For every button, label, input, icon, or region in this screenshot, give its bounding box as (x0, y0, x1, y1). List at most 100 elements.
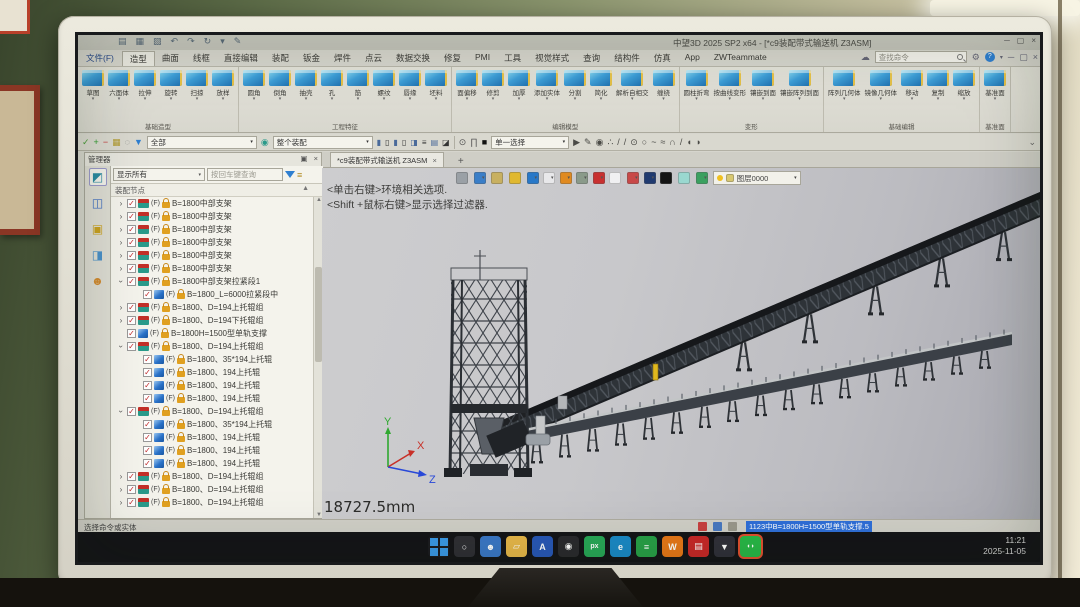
ribbon-button[interactable]: 分割▾ (562, 69, 588, 120)
display-filter-combo[interactable]: 全部▾ (147, 136, 257, 149)
chevron-expanded-icon[interactable]: › (117, 343, 126, 351)
visibility-checkbox[interactable]: ✓ (127, 212, 136, 221)
tree-row-14[interactable]: ✓(F)B=1800、194上托辊 (111, 366, 313, 379)
tree-row-16[interactable]: ✓(F)B=1800、194上托辊 (111, 392, 313, 405)
constraint-icon-1[interactable]: ▮ (377, 136, 381, 149)
color-swatch-icon[interactable]: ■ (482, 136, 487, 149)
layer-combo[interactable]: 图层0000▾ (713, 171, 801, 185)
filter-menu-icon[interactable]: ≡ (297, 170, 302, 180)
constraint-icon-3[interactable]: ▮ (394, 136, 398, 149)
view-manager-icon[interactable]: ▣ (89, 220, 107, 238)
toolbar-overflow-icon[interactable]: ⌄ (1028, 136, 1036, 149)
visibility-checkbox[interactable]: ✓ (143, 433, 152, 442)
solid-box-icon[interactable] (509, 172, 521, 184)
session-manager-icon[interactable]: ☻ (89, 272, 107, 290)
restore-button[interactable]: ▢ (1017, 36, 1025, 45)
chevron-down-icon[interactable]: ▾ (1000, 54, 1003, 61)
visibility-checkbox[interactable]: ✓ (127, 498, 136, 507)
taskbar-dev-tool[interactable]: ▼ (714, 536, 735, 557)
taskbar-browser-dark[interactable]: ◉ (558, 536, 579, 557)
pin-panel-icon[interactable]: ▣ (301, 154, 308, 163)
menu-tab-11[interactable]: PMI (468, 51, 497, 66)
command-search-input[interactable]: 查找命令 (875, 51, 967, 63)
tree-row-3[interactable]: ›✓(F)B=1800中部支架 (111, 223, 313, 236)
sketch-tool-icon-13[interactable]: ◖ (686, 136, 691, 149)
visibility-checkbox[interactable]: ✓ (127, 199, 136, 208)
visibility-checkbox[interactable]: ✓ (143, 420, 152, 429)
ribbon-button[interactable]: 阵列几何体▾ (826, 69, 863, 120)
tree-row-23[interactable]: ›✓(F)B=1800、D=194上托辊组 (111, 483, 313, 496)
taskbar-wechat[interactable]: ◖◗ (740, 536, 761, 557)
tree-row-10[interactable]: ›✓(F)B=1800、D=194下托辊组 (111, 314, 313, 327)
ribbon-button[interactable]: 圆角▾ (241, 69, 267, 120)
scroll-up-icon[interactable]: ▲ (302, 185, 309, 192)
chevron-collapsed-icon[interactable]: › (117, 225, 125, 234)
menu-tab-5[interactable]: 装配 (265, 51, 296, 66)
close-small-icon[interactable]: × (1033, 52, 1038, 62)
ribbon-button[interactable]: 镶嵌到面▾ (748, 69, 778, 120)
filter-funnel-icon[interactable] (285, 171, 295, 178)
taskbar-contacts-app[interactable]: ☻ (480, 536, 501, 557)
ribbon-button[interactable]: 坯料▾ (423, 69, 449, 120)
tree-row-24[interactable]: ›✓(F)B=1800、D=194上托辊组 (111, 496, 313, 509)
monitor-icon[interactable] (713, 522, 722, 531)
ribbon-button[interactable]: 按曲线变形▾ (712, 69, 749, 120)
taskbar-start[interactable] (428, 536, 449, 557)
tree-row-9[interactable]: ›✓(F)B=1800、D=194上托辊组 (111, 301, 313, 314)
visibility-checkbox[interactable]: ✓ (143, 368, 152, 377)
open-icon[interactable]: ▧ (153, 36, 162, 47)
sketch-tool-icon-6[interactable]: / (624, 136, 627, 149)
tree-row-19[interactable]: ✓(F)B=1800、194上托辊 (111, 431, 313, 444)
menu-tab-14[interactable]: 查询 (576, 51, 607, 66)
scrollbar-thumb[interactable] (315, 267, 322, 362)
ribbon-button[interactable]: 拉伸▾ (132, 69, 158, 120)
dropdown-icon[interactable]: ▾ (220, 36, 225, 47)
ribbon-button[interactable]: 倒角▾ (267, 69, 293, 120)
ribbon-button[interactable]: 螺纹▾ (371, 69, 397, 120)
chevron-collapsed-icon[interactable]: › (117, 238, 125, 247)
chevron-expanded-icon[interactable]: › (117, 278, 126, 286)
edit-icon[interactable]: ✎ (234, 36, 242, 47)
chevron-collapsed-icon[interactable]: › (117, 498, 125, 507)
menu-tab-18[interactable]: ZWTeammate (707, 51, 774, 66)
tree-search-input[interactable]: 按回车键查询 (207, 168, 283, 181)
new-tab-button[interactable]: + (458, 156, 464, 167)
add-icon[interactable]: + (94, 136, 99, 149)
save-icon[interactable]: ▦ (136, 36, 145, 47)
window-icon[interactable] (728, 522, 737, 531)
visibility-checkbox[interactable]: ✓ (127, 225, 136, 234)
visibility-checkbox[interactable]: ✓ (127, 238, 136, 247)
visibility-checkbox[interactable]: ✓ (127, 251, 136, 260)
settings-gear-icon[interactable]: ⚙ (972, 52, 980, 63)
tree-row-13[interactable]: ✓(F)B=1800、35*194上托辊 (111, 353, 313, 366)
chevron-expanded-icon[interactable]: › (117, 408, 126, 416)
menu-tab-2[interactable]: 曲面 (155, 51, 186, 66)
menu-tab-17[interactable]: App (678, 51, 707, 66)
minimize-ribbon-icon[interactable]: ─ (1008, 52, 1014, 62)
menu-tab-8[interactable]: 点云 (358, 51, 389, 66)
pattern-icon[interactable]: ▦ (112, 136, 121, 149)
tree-row-20[interactable]: ✓(F)B=1800、194上托辊 (111, 444, 313, 457)
ribbon-button[interactable]: 面偏移▾ (454, 69, 480, 120)
ribbon-button[interactable]: 扫掠▾ (184, 69, 210, 120)
ribbon-button[interactable]: 缠绕▾ (651, 69, 677, 120)
tree-row-15[interactable]: ✓(F)B=1800、194上托辊 (111, 379, 313, 392)
ribbon-button[interactable]: 旋转▾ (158, 69, 184, 120)
menu-tab-7[interactable]: 焊件 (327, 51, 358, 66)
visibility-checkbox[interactable]: ✓ (127, 264, 136, 273)
ribbon-button[interactable]: 筋▾ (345, 69, 371, 120)
ribbon-button[interactable]: 镶嵌阵列到面▾ (778, 69, 821, 120)
tree-row-11[interactable]: ✓(F)B=1800H=1500型单轨支撑 (111, 327, 313, 340)
help-icon[interactable]: ? (985, 52, 995, 62)
new-file-icon[interactable]: ▤ (118, 36, 127, 47)
sketch-pencil-icon[interactable] (491, 172, 503, 184)
minimize-button[interactable]: ─ (1004, 36, 1010, 45)
tree-row-1[interactable]: ›✓(F)B=1800中部支架 (111, 197, 313, 210)
visibility-checkbox[interactable]: ✓ (143, 459, 152, 468)
file-menu[interactable]: 文件(F) (78, 51, 122, 65)
tree-row-4[interactable]: ›✓(F)B=1800中部支架 (111, 236, 313, 249)
ribbon-button[interactable]: 抽壳▾ (293, 69, 319, 120)
tree-row-5[interactable]: ›✓(F)B=1800中部支架 (111, 249, 313, 262)
taskbar-clock[interactable]: 11:21 2025-11-05 (983, 535, 1026, 557)
assembly-tree-icon[interactable]: ◩ (89, 168, 107, 186)
